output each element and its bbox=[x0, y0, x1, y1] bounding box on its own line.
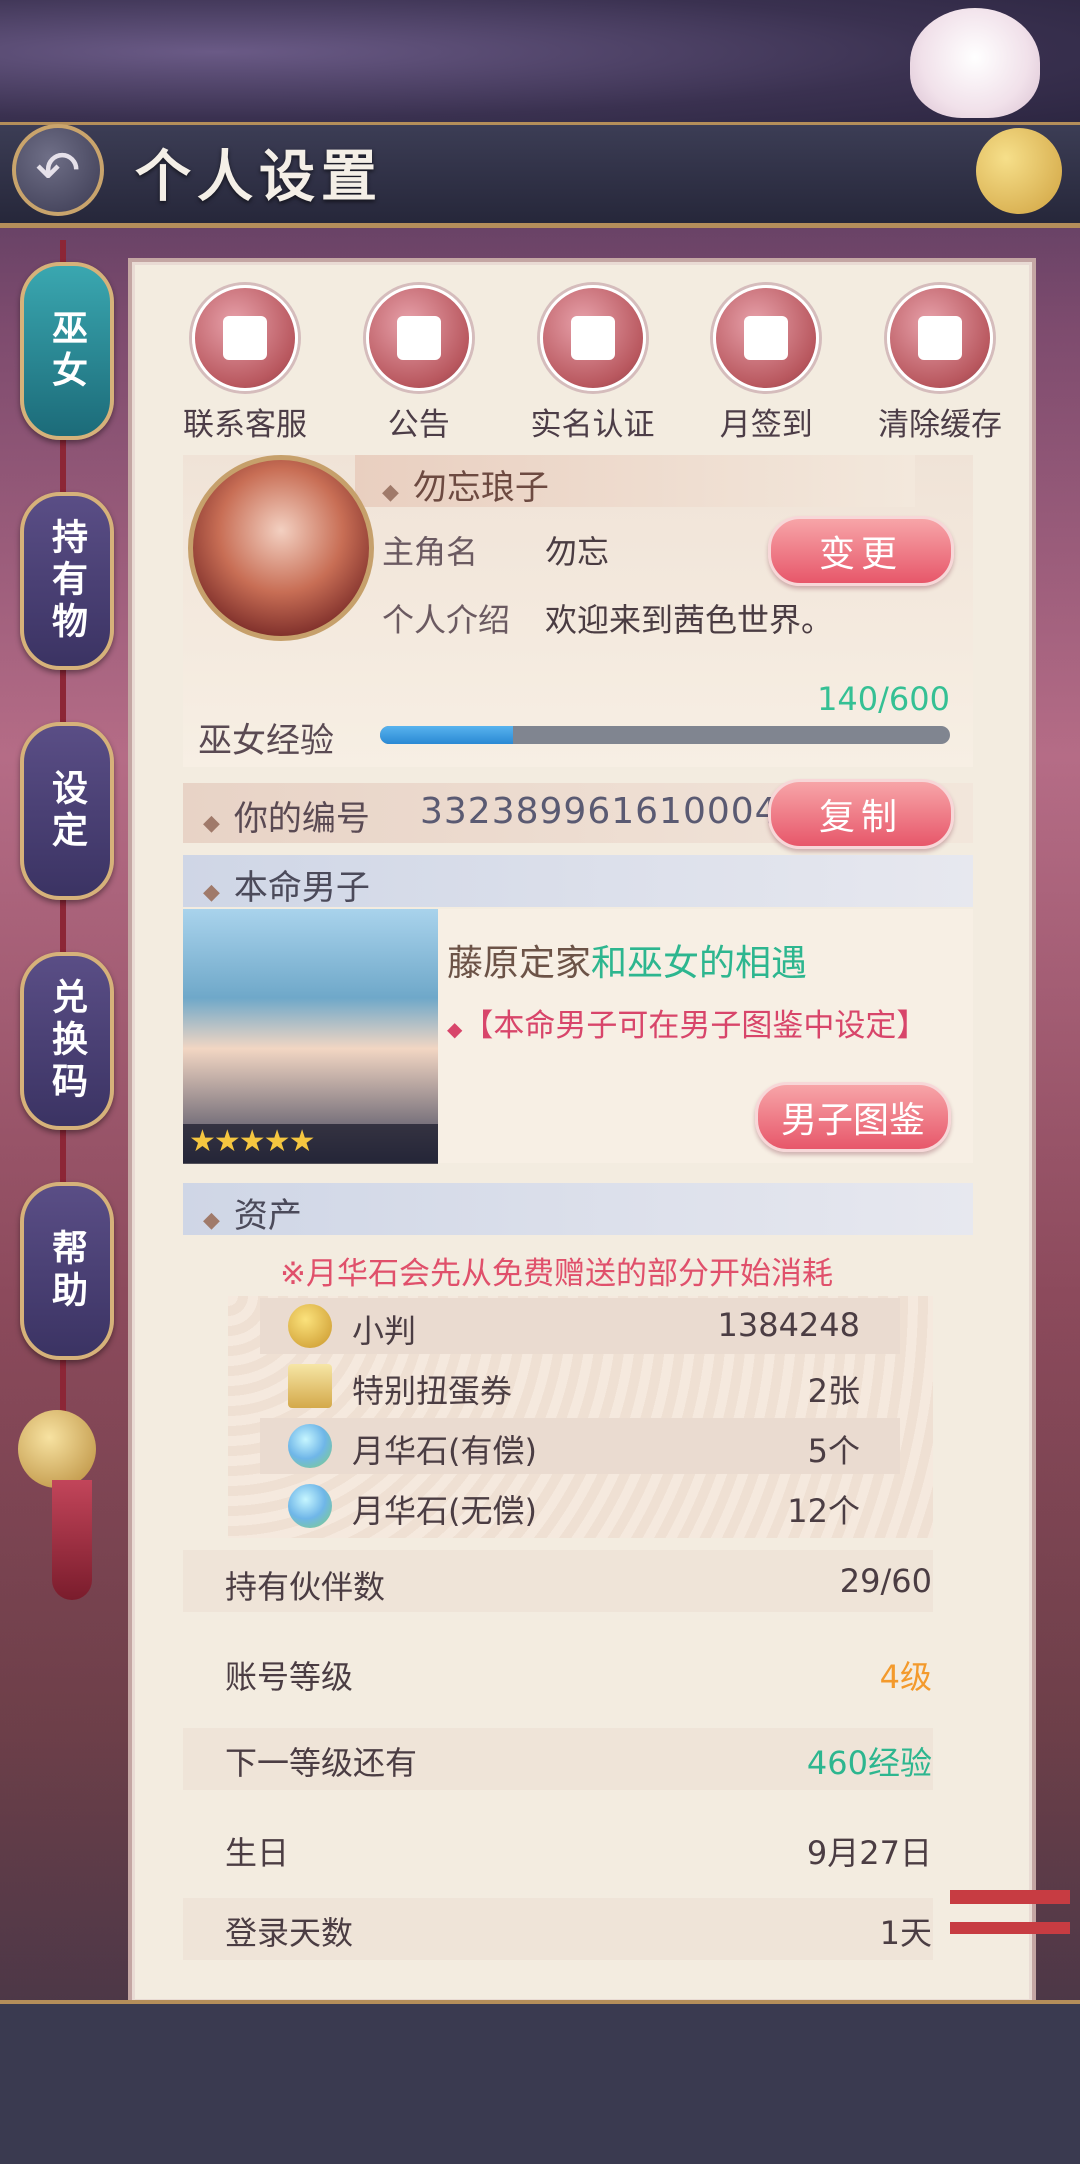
id-label-text: 你的编号 bbox=[233, 799, 370, 839]
verification-icon bbox=[539, 285, 646, 391]
tassel-decoration bbox=[52, 1480, 92, 1600]
asset-name: 月华石(无偿) bbox=[352, 1492, 537, 1530]
moon-icon bbox=[976, 128, 1062, 214]
destined-hint: ◆【本命男子可在男子图鉴中设定】 bbox=[447, 1008, 928, 1044]
bottom-bar bbox=[0, 2000, 1080, 2164]
monthly-signin-button[interactable]: 月签到 bbox=[686, 285, 846, 444]
tab-settings[interactable]: 设定 bbox=[20, 722, 114, 900]
back-arrow-icon: ↶ bbox=[35, 138, 81, 202]
customer-service-button[interactable]: 联系客服 bbox=[165, 285, 325, 444]
notice-icon bbox=[365, 285, 472, 391]
destined-section-title: ◆ 本命男子 bbox=[203, 868, 370, 908]
customer-service-icon bbox=[192, 285, 298, 391]
intro-label: 个人介绍 bbox=[382, 601, 511, 639]
change-name-button[interactable]: 变更 bbox=[768, 516, 954, 586]
destined-name-text: 藤原定家 bbox=[447, 943, 592, 984]
verification-button[interactable]: 实名认证 bbox=[513, 285, 673, 444]
broom-icon bbox=[887, 285, 993, 391]
notice-label: 公告 bbox=[387, 407, 450, 443]
destined-name-suffix: 和巫女的相遇 bbox=[591, 943, 808, 984]
verification-label: 实名认证 bbox=[530, 407, 655, 443]
customer-service-label: 联系客服 bbox=[183, 407, 307, 443]
clear-cache-button[interactable]: 清除缓存 bbox=[860, 285, 1020, 444]
intro-text: 欢迎来到茜色世界。 bbox=[545, 601, 834, 639]
id-label: ◆ 你的编号 bbox=[203, 799, 370, 839]
exp-label: 巫女经验 bbox=[198, 721, 334, 761]
back-button[interactable]: ↶ bbox=[12, 124, 104, 216]
stat-value: 9月27日 bbox=[806, 1834, 932, 1872]
stat-value: 1天 bbox=[879, 1914, 932, 1952]
stat-label: 账号等级 bbox=[225, 1658, 354, 1696]
tab-inventory[interactable]: 持有物 bbox=[20, 492, 114, 670]
destined-title-text: 本命男子 bbox=[233, 868, 370, 908]
tab-redeem-code[interactable]: 兑换码 bbox=[20, 952, 114, 1130]
hero-name-label: 主角名 bbox=[382, 533, 479, 571]
exp-progress-fill bbox=[380, 726, 513, 744]
asset-name: 特别扭蛋券 bbox=[352, 1372, 513, 1410]
asset-name: 月华石(有偿) bbox=[352, 1432, 537, 1470]
asset-name: 小判 bbox=[352, 1312, 417, 1350]
assets-title-text: 资产 bbox=[233, 1196, 302, 1236]
asset-value: 5个 bbox=[807, 1432, 860, 1470]
gold-coin-icon bbox=[288, 1304, 332, 1348]
moonstone-icon bbox=[288, 1424, 332, 1468]
page-title: 个人设置 bbox=[135, 144, 383, 210]
clear-cache-label: 清除缓存 bbox=[878, 407, 1002, 443]
stat-label: 生日 bbox=[225, 1834, 290, 1872]
assets-note: ※月华石会先从免费赠送的部分开始消耗 bbox=[280, 1256, 833, 1292]
asset-value: 12个 bbox=[787, 1492, 860, 1530]
stat-value: 29/60 bbox=[839, 1562, 932, 1600]
copy-id-button[interactable]: 复制 bbox=[768, 779, 954, 849]
hero-name-value: 勿忘 bbox=[545, 533, 610, 571]
tab-miko[interactable]: 巫女 bbox=[20, 262, 114, 440]
id-value: 332389961610004 bbox=[420, 791, 779, 832]
quick-actions: 联系客服 公告 实名认证 月签到 清除缓存 bbox=[165, 285, 1020, 444]
tab-help[interactable]: 帮助 bbox=[20, 1182, 114, 1360]
rarity-stars: ★★★★★ bbox=[183, 1124, 438, 1164]
exp-progress-bar bbox=[380, 726, 950, 744]
stat-value: 4级 bbox=[879, 1658, 932, 1696]
profile-title-text: 勿忘琅子 bbox=[412, 468, 549, 508]
bell-icon bbox=[18, 1410, 96, 1488]
gacha-ticket-icon bbox=[288, 1364, 332, 1408]
avatar[interactable] bbox=[188, 455, 374, 641]
rabbit-mascot-icon bbox=[910, 8, 1040, 118]
notice-button[interactable]: 公告 bbox=[339, 285, 499, 444]
assets-section-title: ◆ 资产 bbox=[203, 1196, 302, 1236]
monthly-signin-label: 月签到 bbox=[719, 407, 813, 443]
male-encyclopedia-button[interactable]: 男子图鉴 bbox=[755, 1082, 951, 1152]
moonstone-icon bbox=[288, 1484, 332, 1528]
asset-value: 1384248 bbox=[717, 1306, 860, 1344]
calendar-icon bbox=[713, 285, 820, 391]
stat-label: 登录天数 bbox=[225, 1914, 354, 1952]
profile-title-name: ◆ 勿忘琅子 bbox=[382, 468, 549, 508]
stat-label: 持有伙伴数 bbox=[225, 1568, 386, 1606]
exp-value: 140/600 bbox=[817, 680, 950, 718]
stat-value: 460经验 bbox=[806, 1744, 932, 1782]
destined-hint-text: 【本命男子可在男子图鉴中设定】 bbox=[462, 1008, 928, 1044]
stat-label: 下一等级还有 bbox=[225, 1744, 418, 1782]
asset-value: 2张 bbox=[807, 1372, 860, 1410]
destined-man-name: 藤原定家和巫女的相遇 bbox=[447, 934, 807, 986]
torii-gate-icon bbox=[950, 1890, 1070, 1990]
